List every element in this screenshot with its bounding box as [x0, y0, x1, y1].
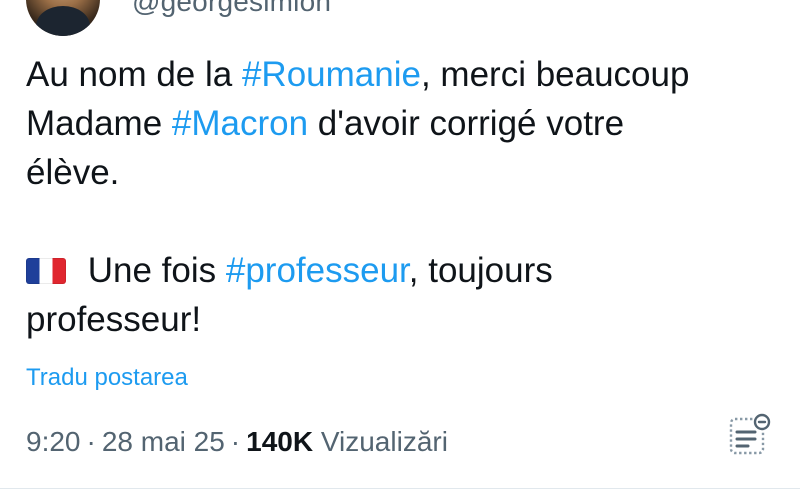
meta-separator: ·	[230, 426, 241, 457]
divider	[0, 488, 800, 489]
analytics-button[interactable]	[722, 410, 774, 462]
tweet-paragraph-2: Une fois #professeur, toujours professeu…	[26, 246, 766, 344]
hashtag-link-professeur[interactable]: #professeur	[226, 251, 409, 290]
analytics-icon	[729, 413, 771, 455]
text-segment: , merci beaucoup	[420, 55, 690, 94]
text-segment: Une fois	[78, 251, 226, 290]
views-label: Vizualizări	[320, 426, 448, 457]
tweet-meta: 9:20 · 28 mai 25 · 140K Vizualizări	[26, 426, 448, 458]
france-flag-icon	[26, 258, 66, 284]
avatar[interactable]	[26, 0, 100, 36]
translate-post-link[interactable]: Tradu postarea	[26, 364, 188, 392]
text-segment: Madame	[26, 104, 172, 143]
text-segment: professeur!	[26, 300, 202, 339]
tweet-time[interactable]: 9:20	[26, 426, 81, 457]
meta-separator: ·	[86, 426, 96, 457]
hashtag-link-roumanie[interactable]: #Roumanie	[242, 55, 421, 94]
text-segment: d'avoir corrigé votre	[308, 104, 625, 143]
tweet-text: Au nom de la #Roumanie, merci beaucoup M…	[26, 50, 766, 344]
text-segment: Au nom de la	[26, 55, 242, 94]
tweet-paragraph-1: Au nom de la #Roumanie, merci beaucoup M…	[26, 50, 766, 197]
views-count: 140K	[246, 426, 314, 457]
avatar-portrait	[36, 6, 90, 36]
tweet-date[interactable]: 28 mai 25	[102, 426, 225, 457]
text-segment: , toujours	[408, 251, 553, 290]
author-handle[interactable]: @georgesimion	[132, 0, 331, 18]
hashtag-link-macron[interactable]: #Macron	[172, 104, 308, 143]
text-segment: élève.	[26, 153, 120, 192]
